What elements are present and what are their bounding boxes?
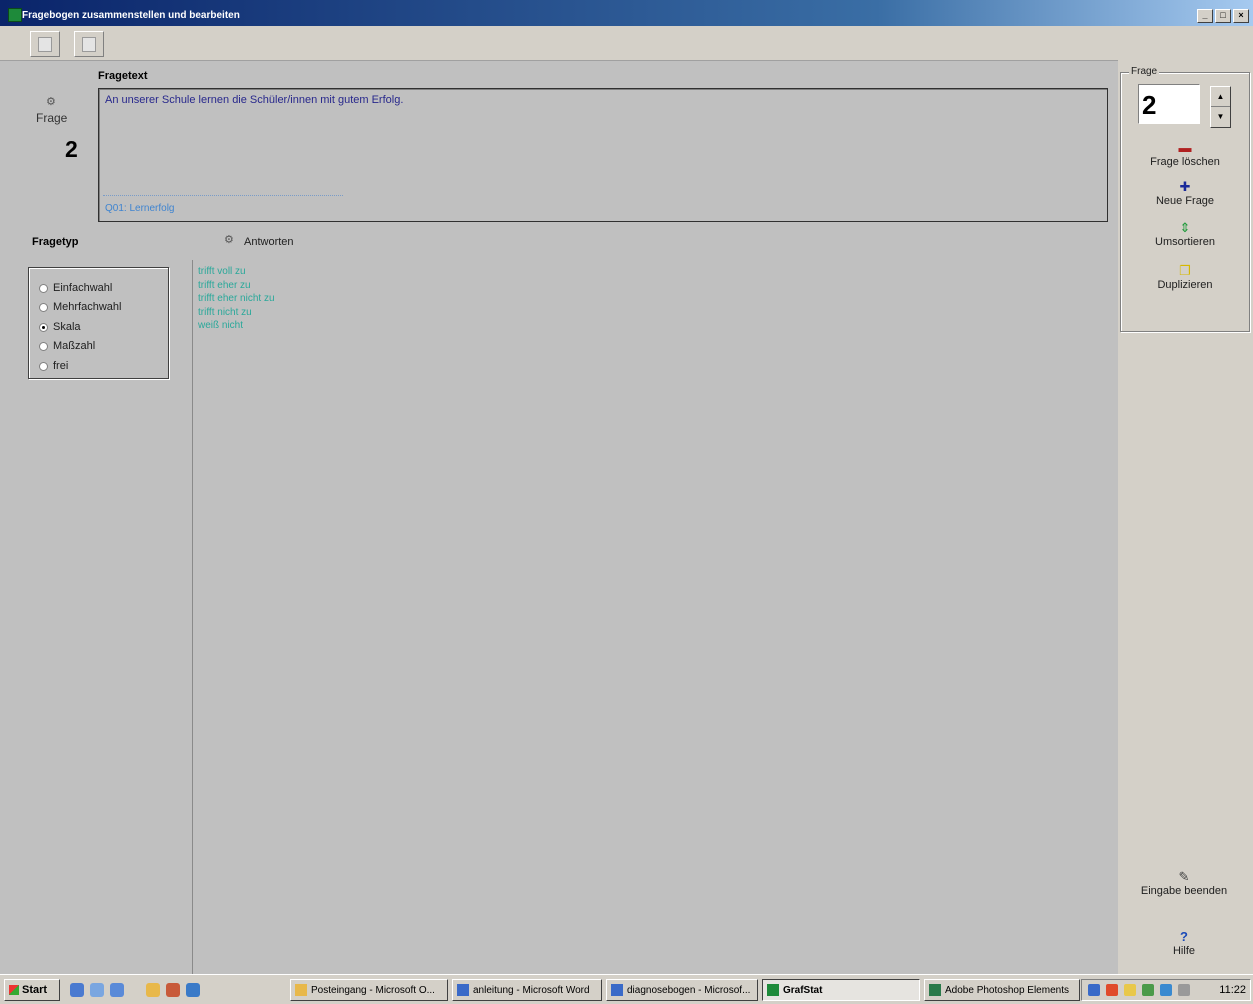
radio-icon (39, 341, 48, 351)
radio-icon (39, 302, 48, 312)
outlook-icon (295, 984, 307, 996)
new-question-button[interactable]: ✚ Neue Frage (1121, 180, 1249, 207)
answers-list[interactable]: trifft voll zu trifft eher zu trifft ehe… (198, 265, 275, 333)
toolbar-button-2[interactable] (74, 31, 104, 57)
taskbar: Start Posteingang - Microsoft O... anlei… (0, 974, 1253, 1004)
help-icon: ? (1180, 929, 1188, 944)
photoshop-icon (929, 984, 941, 996)
window-title: Fragebogen zusammenstellen und bearbeite… (22, 10, 240, 21)
tray-icon[interactable] (1124, 984, 1136, 996)
answer-item[interactable]: weiß nicht (198, 319, 275, 333)
category-label[interactable]: Q01: Lernerfolg (105, 203, 175, 214)
task-anleitung[interactable]: anleitung - Microsoft Word (452, 979, 602, 1001)
task-grafstat[interactable]: GrafStat (762, 979, 920, 1001)
spin-down-icon[interactable]: ▼ (1211, 107, 1230, 126)
finish-input-button[interactable]: ✎ Eingabe beenden (1120, 870, 1248, 897)
divider-vertical (192, 260, 193, 974)
radio-masszahl[interactable]: Maßzahl (39, 340, 95, 352)
minus-icon: ▬ (1178, 140, 1192, 155)
task-diagnosebogen[interactable]: diagnosebogen - Microsof... (606, 979, 758, 1001)
maximize-button[interactable]: □ (1215, 9, 1231, 23)
close-button[interactable]: × (1233, 9, 1249, 23)
question-group: Frage 2 ▲ ▼ ▬ Frage löschen ✚ Neue Frage… (1120, 66, 1250, 332)
question-icon: ⚙ (46, 96, 56, 108)
answers-icon: ⚙ (224, 234, 234, 246)
toolbar-button-1[interactable] (30, 31, 60, 57)
quicklaunch-icon[interactable] (166, 983, 180, 997)
quicklaunch-icon[interactable] (90, 983, 104, 997)
quicklaunch-icon[interactable] (110, 983, 124, 997)
help-button[interactable]: ? Hilfe (1120, 930, 1248, 957)
system-tray: 11:22 (1081, 979, 1251, 1001)
question-label: Frage (36, 111, 68, 125)
clock[interactable]: 11:22 (1219, 984, 1246, 996)
answer-item[interactable]: trifft nicht zu (198, 306, 275, 320)
fragetext-value: An unserer Schule lernen die Schüler/inn… (105, 94, 404, 106)
start-button[interactable]: Start (4, 979, 60, 1001)
fragetyp-heading: Fragetyp (32, 236, 79, 248)
fragetyp-group: Einfachwahl Mehrfachwahl Skala Maßzahl f… (28, 267, 169, 379)
duplicate-icon: ❐ (1179, 263, 1191, 278)
radio-frei[interactable]: frei (39, 360, 68, 372)
finish-icon: ✎ (1178, 869, 1190, 884)
window-controls: _ □ × (1197, 9, 1249, 23)
radio-einfachwahl[interactable]: Einfachwahl (39, 282, 112, 294)
tray-icon[interactable] (1088, 984, 1100, 996)
windows-logo-icon (9, 985, 19, 995)
radio-icon (39, 283, 48, 293)
quicklaunch-icon[interactable] (146, 983, 160, 997)
tray-icon[interactable] (1178, 984, 1190, 996)
right-panel: Frage 2 ▲ ▼ ▬ Frage löschen ✚ Neue Frage… (1118, 60, 1253, 974)
fragetext-heading: Fragetext (98, 70, 148, 82)
delete-question-button[interactable]: ▬ Frage löschen (1121, 141, 1249, 168)
sort-button[interactable]: ⇕ Umsortieren (1121, 221, 1249, 248)
group-legend: Frage (1129, 66, 1160, 77)
minimize-button[interactable]: _ (1197, 9, 1213, 23)
plus-icon: ✚ (1179, 179, 1191, 194)
question-spinner[interactable]: ▲ ▼ (1210, 86, 1231, 128)
dotted-divider (103, 195, 343, 196)
question-editor: ⚙ Frage 2 Fragetext An unserer Schule le… (8, 60, 1118, 974)
tray-icon[interactable] (1160, 984, 1172, 996)
quicklaunch-icon[interactable] (186, 983, 200, 997)
tray-icon[interactable] (1142, 984, 1154, 996)
answer-item[interactable]: trifft eher nicht zu (198, 292, 275, 306)
radio-icon (39, 361, 48, 371)
task-posteingang[interactable]: Posteingang - Microsoft O... (290, 979, 448, 1001)
app-icon (8, 8, 22, 22)
grafstat-icon (767, 984, 779, 996)
question-number-field[interactable]: 2 (1138, 84, 1200, 124)
sort-icon: ⇕ (1179, 220, 1191, 235)
title-bar[interactable]: Fragebogen zusammenstellen und bearbeite… (0, 0, 1253, 26)
duplicate-button[interactable]: ❐ Duplizieren (1121, 264, 1249, 291)
radio-mehrfachwahl[interactable]: Mehrfachwahl (39, 301, 121, 313)
tray-icon[interactable] (1106, 984, 1118, 996)
radio-skala[interactable]: Skala (39, 321, 81, 333)
task-photoshop[interactable]: Adobe Photoshop Elements (924, 979, 1080, 1001)
word-icon (611, 984, 623, 996)
toolbar (0, 26, 1253, 61)
quicklaunch-icon[interactable] (70, 983, 84, 997)
answers-heading: Antworten (244, 236, 294, 248)
copy-icon (82, 37, 96, 52)
answer-item[interactable]: trifft voll zu (198, 265, 275, 279)
question-number: 2 (65, 136, 78, 162)
document-icon (38, 37, 52, 52)
word-icon (457, 984, 469, 996)
answer-item[interactable]: trifft eher zu (198, 279, 275, 293)
spin-up-icon[interactable]: ▲ (1211, 87, 1230, 107)
radio-selected-icon (39, 322, 48, 332)
fragetext-input[interactable]: An unserer Schule lernen die Schüler/inn… (98, 88, 1108, 222)
